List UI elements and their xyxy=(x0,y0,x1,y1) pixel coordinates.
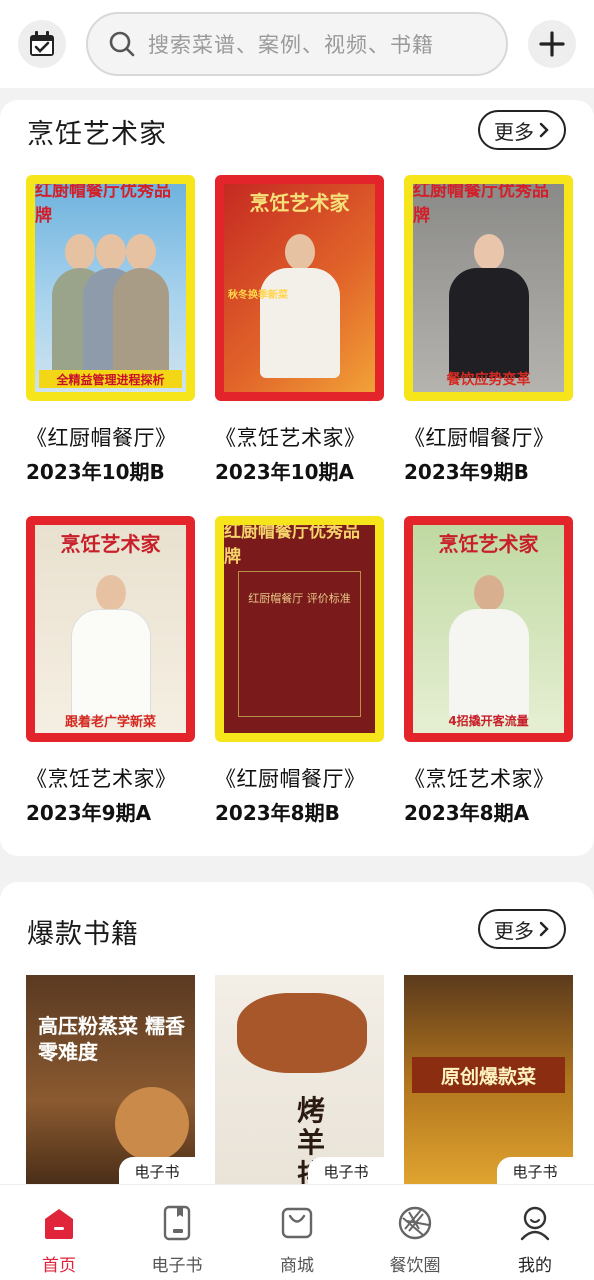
search-input[interactable]: 搜索菜谱、案例、视频、书籍 xyxy=(86,12,508,76)
magazine-title[interactable]: 《烹饪艺术家》 xyxy=(215,422,366,452)
magazine-cover[interactable]: 红厨帽餐厅优秀品牌 餐饮应势变革 xyxy=(404,175,573,401)
cover-person xyxy=(441,224,537,378)
magazine-title[interactable]: 《烹饪艺术家》 xyxy=(26,763,177,793)
magazine-issue: 2023年8期B xyxy=(215,801,340,825)
section-title: 烹饪艺术家 xyxy=(27,119,167,150)
cover-masthead: 红厨帽餐厅优秀品牌 xyxy=(35,184,171,226)
cover-masthead: 红厨帽餐厅优秀品牌 xyxy=(224,525,360,567)
cover-tagline: 全精益管理进程探析 xyxy=(39,370,182,388)
cover-masthead: 烹饪艺术家 xyxy=(438,531,539,556)
more-label: 更多 xyxy=(494,119,534,144)
cover-person xyxy=(63,565,159,719)
dish-image xyxy=(237,993,367,1073)
top-bar: 搜索菜谱、案例、视频、书籍 xyxy=(0,0,594,88)
magazine-title[interactable]: 《红厨帽餐厅》 xyxy=(26,422,177,452)
magazine-issue: 2023年10期B xyxy=(26,460,165,484)
chevron-right-icon xyxy=(539,122,549,138)
ebook-badge: 电子书 xyxy=(308,1157,384,1185)
magazine-cover[interactable]: 烹饪艺术家 秋冬换季新菜 xyxy=(215,175,384,401)
cover-masthead: 烹饪艺术家 xyxy=(249,190,350,215)
section-title: 爆款书籍 xyxy=(27,919,139,950)
search-placeholder: 搜索菜谱、案例、视频、书籍 xyxy=(148,33,434,57)
nav-item-shop[interactable]: 商城 xyxy=(238,1185,356,1280)
nav-label: 电子书 xyxy=(151,1256,203,1276)
cover-tagline: 4招撬开客流量 xyxy=(448,713,529,728)
nav-label: 商城 xyxy=(280,1256,314,1276)
magazine-issue: 2023年9期B xyxy=(404,460,529,484)
more-label: 更多 xyxy=(494,918,534,943)
dish-image xyxy=(115,1087,189,1161)
magazine-issue: 2023年9期A xyxy=(26,801,152,825)
calendar-icon xyxy=(30,31,54,56)
search-icon xyxy=(109,31,135,57)
add-button[interactable] xyxy=(528,20,576,68)
cover-masthead: 烹饪艺术家 xyxy=(60,531,161,556)
nav-item-me[interactable]: 我的 xyxy=(476,1185,594,1280)
magazine-cover[interactable]: 红厨帽餐厅优秀品牌 全精益管理进程探析 xyxy=(26,175,195,401)
more-button[interactable]: 更多 xyxy=(478,909,566,949)
magazine-title[interactable]: 《红厨帽餐厅》 xyxy=(404,422,555,452)
nav-item-home[interactable]: 首页 xyxy=(0,1185,118,1280)
magazine-cover[interactable]: 红厨帽餐厅优秀品牌 红厨帽餐厅 评价标准 xyxy=(215,516,384,742)
chevron-right-icon xyxy=(539,921,549,937)
book-cover[interactable]: 烤羊排 电子书 xyxy=(215,975,384,1185)
nav-item-ebook[interactable]: 电子书 xyxy=(118,1185,236,1280)
ebook-icon xyxy=(163,1205,191,1241)
magazine-issue: 2023年10期A xyxy=(215,460,354,484)
home-icon xyxy=(45,1209,73,1239)
magazine-cover[interactable]: 烹饪艺术家 跟着老广学新菜 xyxy=(26,516,195,742)
cover-tagline: 红厨帽餐厅 评价标准 xyxy=(248,592,351,605)
cover-masthead: 红厨帽餐厅优秀品牌 xyxy=(413,184,549,226)
calendar-button[interactable] xyxy=(18,20,66,68)
shopping-bag-icon xyxy=(281,1207,313,1239)
cover-tagline: 秋冬换季新菜 xyxy=(228,289,288,301)
cover-person xyxy=(441,565,537,719)
cover-person xyxy=(111,224,171,378)
nav-label: 餐饮圈 xyxy=(389,1256,441,1276)
user-icon xyxy=(520,1206,550,1241)
cover-tagline: 餐饮应势变革 xyxy=(446,372,531,388)
book-cover[interactable]: 原创爆款菜 电子书 xyxy=(404,975,573,1185)
more-button[interactable]: 更多 xyxy=(478,110,566,150)
magazine-cover[interactable]: 烹饪艺术家 4招撬开客流量 xyxy=(404,516,573,742)
book-cover-title: 高压粉蒸菜 糯香零难度 xyxy=(38,1014,185,1064)
book-cover[interactable]: 高压粉蒸菜 糯香零难度 电子书 xyxy=(26,975,195,1185)
magazine-title[interactable]: 《红厨帽餐厅》 xyxy=(215,763,366,793)
bottom-nav: 首页 电子书 商城 餐饮圈 我的 xyxy=(0,1184,594,1280)
plus-icon xyxy=(539,31,565,57)
camera-aperture-icon xyxy=(398,1206,432,1240)
nav-label: 首页 xyxy=(42,1256,76,1276)
magazine-issue: 2023年8期A xyxy=(404,801,530,825)
cover-tagline: 跟着老广学新菜 xyxy=(64,714,156,730)
nav-item-circle[interactable]: 餐饮圈 xyxy=(356,1185,474,1280)
magazine-title[interactable]: 《烹饪艺术家》 xyxy=(404,763,555,793)
nav-label: 我的 xyxy=(518,1256,552,1276)
ebook-badge: 电子书 xyxy=(497,1157,573,1185)
ebook-badge: 电子书 xyxy=(119,1157,195,1185)
book-cover-title: 原创爆款菜 xyxy=(412,1057,565,1093)
